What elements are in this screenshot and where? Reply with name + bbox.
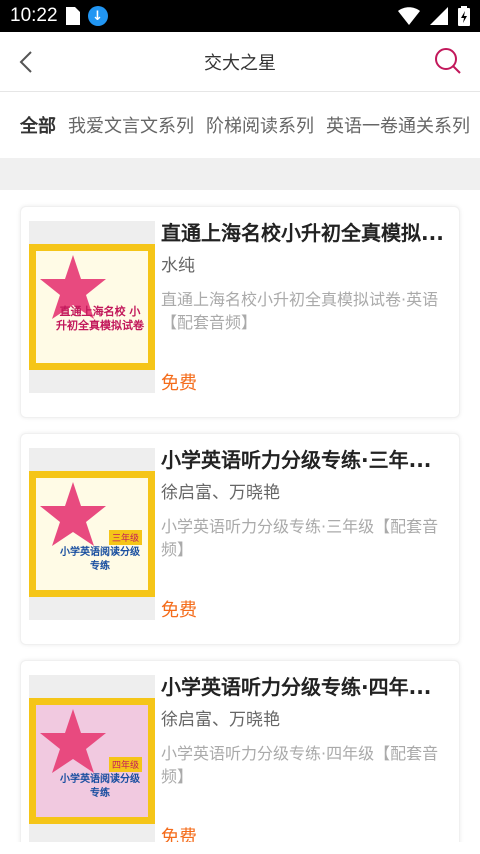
sim-icon	[65, 7, 80, 25]
cover-title: 小学英语阅读分级专练	[60, 774, 140, 799]
cover-title: 小学英语阅读分级专练	[60, 547, 140, 572]
star-logo-icon	[40, 482, 106, 546]
bottom-edge	[0, 842, 480, 854]
book-price: 免费	[161, 600, 197, 621]
book-description: 直通上海名校小升初全真模拟试卷·英语【配套音频】	[161, 290, 439, 332]
book-cover: 四年级 小学英语阅读分级专练	[29, 675, 155, 842]
signal-icon	[430, 7, 448, 25]
book-description: 小学英语听力分级专练·四年级【配套音频】	[161, 744, 439, 786]
battery-icon	[458, 6, 470, 26]
cover-grade-badge: 四年级	[108, 757, 142, 772]
category-tabs: 全部 我爱文言文系列 阶梯阅读系列 英语一卷通关系列	[0, 92, 480, 158]
cover-grade-badge: 三年级	[108, 530, 142, 545]
page-title: 交大之星	[204, 52, 276, 74]
book-cover: 三年级 小学英语阅读分级专练	[29, 448, 155, 620]
status-bar: 10:22 ↓	[0, 0, 480, 32]
download-icon: ↓	[87, 6, 108, 26]
search-button[interactable]	[432, 45, 464, 77]
wifi-icon	[398, 7, 420, 25]
section-divider	[0, 158, 480, 190]
book-author: 徐启富、万晓艳	[161, 710, 280, 730]
book-price: 免费	[161, 373, 197, 394]
book-title: 小学英语听力分级专练·三年...	[161, 448, 432, 472]
status-time: 10:22	[10, 5, 58, 26]
book-description: 小学英语听力分级专练·三年级【配套音频】	[161, 517, 439, 559]
search-icon	[435, 48, 461, 74]
tab-classical-chinese[interactable]: 我爱文言文系列	[68, 112, 194, 138]
book-card[interactable]: 四年级 小学英语阅读分级专练 小学英语听力分级专练·四年... 徐启富、万晓艳 …	[20, 660, 460, 842]
book-author: 水纯	[161, 256, 195, 276]
star-logo-icon	[40, 709, 106, 773]
tab-english-series[interactable]: 英语一卷通关系列	[326, 112, 470, 138]
book-title: 直通上海名校小升初全真模拟...	[161, 221, 444, 245]
cover-title: 直通上海名校 小升初全真模拟试卷	[56, 305, 144, 332]
book-cover: 直通上海名校 小升初全真模拟试卷	[29, 221, 155, 393]
back-button[interactable]	[10, 46, 42, 78]
chevron-left-icon	[19, 51, 32, 73]
app-bar: 交大之星	[0, 32, 480, 92]
book-card[interactable]: 三年级 小学英语阅读分级专练 小学英语听力分级专练·三年... 徐启富、万晓艳 …	[20, 433, 460, 645]
book-list: 直通上海名校 小升初全真模拟试卷 直通上海名校小升初全真模拟... 水纯 直通上…	[0, 190, 480, 842]
book-author: 徐启富、万晓艳	[161, 483, 280, 503]
book-card[interactable]: 直通上海名校 小升初全真模拟试卷 直通上海名校小升初全真模拟... 水纯 直通上…	[20, 206, 460, 418]
book-price: 免费	[161, 827, 197, 842]
book-title: 小学英语听力分级专练·四年...	[161, 675, 432, 699]
tab-all[interactable]: 全部	[20, 112, 56, 138]
tab-graded-reading[interactable]: 阶梯阅读系列	[206, 112, 314, 138]
